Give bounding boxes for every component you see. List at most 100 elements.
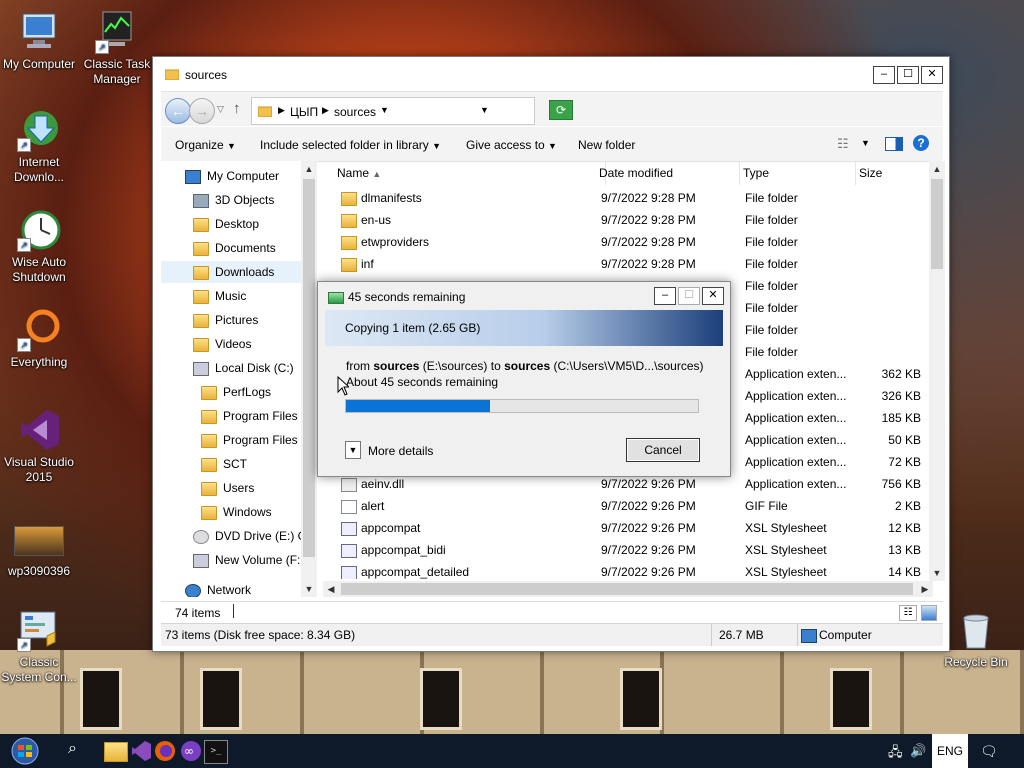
scroll-thumb[interactable] (303, 179, 315, 557)
file-row[interactable]: en-us 9/7/2022 9:28 PM File folder (323, 209, 931, 231)
scroll-thumb[interactable] (341, 583, 913, 595)
view-list-icon[interactable]: ☷ (837, 136, 849, 152)
desktop-icon-classic-system-control[interactable]: ↗ Classic System Con... (0, 608, 78, 685)
help-icon[interactable]: ? (913, 135, 929, 151)
nav-item-program-files-x86[interactable]: Program Files ( (201, 429, 305, 451)
file-row[interactable]: alert 9/7/2022 9:26 PM GIF File 2 KB (323, 495, 931, 517)
terminal-icon[interactable]: >_ (204, 740, 228, 764)
nav-item-local-disk-c[interactable]: Local Disk (C:) (193, 357, 294, 379)
give-access-button[interactable]: Give access to ▼ (466, 138, 557, 152)
back-button[interactable]: ← (165, 98, 191, 124)
file-row[interactable]: inf 9/7/2022 9:28 PM File folder (323, 253, 931, 275)
column-header-date[interactable]: Date modified (593, 161, 740, 185)
start-button[interactable] (4, 737, 46, 765)
infinity-app-icon[interactable]: ∞ (180, 740, 202, 762)
nav-item-new-volume[interactable]: New Volume (F: (193, 549, 300, 571)
breadcrumb-separator-icon[interactable]: ▶ (278, 105, 285, 116)
nav-item-windows[interactable]: Windows (201, 501, 272, 523)
file-row[interactable]: appcompat_detailed 9/7/2022 9:26 PM XSL St… (323, 561, 931, 579)
file-row[interactable]: appcompat_bidi 9/7/2022 9:26 PM XSL Styles… (323, 539, 931, 561)
desktop-icon-wise-shutdown[interactable]: ↗ Wise Auto Shutdown (0, 208, 78, 285)
dialog-close-button[interactable]: ✕ (702, 287, 724, 305)
nav-item-music[interactable]: Music (193, 285, 246, 307)
nav-item-videos[interactable]: Videos (193, 333, 251, 355)
include-in-library-button[interactable]: Include selected folder in library ▼ (260, 138, 441, 152)
minimize-button[interactable]: – (873, 66, 895, 84)
search-icon[interactable]: ⌕ (68, 740, 90, 762)
desktop-icon-task-manager[interactable]: ↗ Classic Task Manager (78, 10, 156, 87)
breadcrumb-separator-icon[interactable]: ▶ (322, 105, 329, 116)
organize-button[interactable]: Organize ▼ (175, 138, 236, 152)
source-name[interactable]: sources (373, 359, 419, 373)
breadcrumb-segment[interactable]: ЦЫП (290, 105, 318, 119)
file-explorer-taskbar-icon[interactable] (104, 742, 128, 762)
file-row[interactable]: dlmanifests 9/7/2022 9:28 PM File folder (323, 187, 931, 209)
file-list-horizontal-scrollbar[interactable]: ◀ ▶ (323, 581, 933, 597)
maximize-button[interactable]: ☐ (897, 66, 919, 84)
nav-item-users[interactable]: Users (201, 477, 254, 499)
column-header-name[interactable]: Name ▲ (323, 161, 606, 185)
destination-name[interactable]: sources (504, 359, 550, 373)
file-type: XSL Stylesheet (745, 565, 827, 579)
nav-item-pictures[interactable]: Pictures (193, 309, 258, 331)
breadcrumb-segment[interactable]: sources (334, 105, 376, 119)
nav-item-desktop[interactable]: Desktop (193, 213, 259, 235)
new-folder-button[interactable]: New folder (578, 138, 635, 152)
firefox-icon[interactable] (154, 740, 176, 762)
desktop-icon-visual-studio[interactable]: Visual Studio 2015 (0, 408, 78, 485)
dialog-minimize-button[interactable]: – (654, 287, 676, 305)
scroll-down-icon[interactable]: ▼ (929, 565, 945, 581)
column-header-size[interactable]: Size (853, 161, 929, 185)
file-row[interactable]: etwproviders 9/7/2022 9:28 PM File folder (323, 231, 931, 253)
details-view-icon[interactable]: ☷ (899, 605, 917, 621)
column-header-type[interactable]: Type (737, 161, 856, 185)
scroll-up-icon[interactable]: ▲ (301, 161, 317, 177)
title-bar[interactable]: sources – ☐ ✕ (153, 57, 949, 91)
downloads-folder-icon (193, 265, 209, 280)
desktop-icon-everything[interactable]: ↗ Everything (0, 308, 78, 370)
language-indicator[interactable]: ENG (932, 734, 968, 768)
nav-item-program-files[interactable]: Program Files (201, 405, 298, 427)
nav-item-dvd-drive[interactable]: DVD Drive (E:) GI (193, 525, 310, 547)
file-type: Application exten... (745, 389, 847, 403)
cancel-button[interactable]: Cancel (626, 438, 700, 462)
scroll-down-icon[interactable]: ▼ (301, 581, 317, 597)
desktop-icon-idm[interactable]: ↗ Internet Downlo... (0, 108, 78, 185)
nav-item-network[interactable]: Network (185, 579, 251, 597)
notifications-icon[interactable]: 🗨 (980, 743, 998, 760)
file-list-scrollbar[interactable]: ▲ ▼ (929, 161, 945, 581)
status-items: 73 items (Disk free space: 8.34 GB) (165, 628, 356, 642)
chevron-down-icon[interactable]: ▼ (345, 441, 361, 459)
volume-icon[interactable]: 🔊 (910, 743, 926, 759)
recent-pages-chevron-icon[interactable]: ▽ (217, 104, 224, 115)
address-box[interactable]: ▶ ЦЫП ▶ sources ▼ ▼ (251, 97, 535, 125)
nav-label: Desktop (215, 217, 260, 231)
nav-item-perflogs[interactable]: PerfLogs (201, 381, 271, 403)
nav-item-my-computer[interactable]: My Computer (185, 165, 279, 187)
nav-item-downloads[interactable]: Downloads (161, 261, 315, 283)
large-icons-view-icon[interactable] (921, 605, 937, 621)
desktop-icon-wp3090396[interactable]: wp3090396 (0, 520, 78, 579)
scroll-left-icon[interactable]: ◀ (323, 581, 339, 597)
time-remaining: About 45 seconds remaining (346, 375, 499, 389)
address-history-dropdown-icon[interactable]: ▼ (480, 105, 489, 115)
file-row[interactable]: appcompat 9/7/2022 9:26 PM XSL Stylesheet 1… (323, 517, 931, 539)
scroll-up-icon[interactable]: ▲ (929, 161, 945, 177)
preview-pane-icon[interactable] (885, 137, 903, 151)
forward-button[interactable]: → (189, 98, 215, 124)
scroll-thumb[interactable] (931, 179, 943, 269)
up-button[interactable]: ↑ (233, 100, 241, 117)
chevron-down-icon[interactable]: ▼ (380, 105, 389, 115)
nav-item-sct[interactable]: SCT (201, 453, 247, 475)
refresh-button[interactable]: ⟳ (549, 100, 573, 120)
nav-pane-scrollbar[interactable]: ▲ ▼ (301, 161, 317, 597)
chevron-down-icon[interactable]: ▼ (861, 138, 870, 148)
more-details-toggle[interactable]: More details (368, 444, 433, 458)
scroll-right-icon[interactable]: ▶ (917, 581, 933, 597)
nav-item-documents[interactable]: Documents (193, 237, 276, 259)
network-tray-icon[interactable]: 🖧 (888, 743, 903, 765)
desktop-icon-my-computer[interactable]: My Computer (0, 10, 78, 72)
nav-item-3d-objects[interactable]: 3D Objects (193, 189, 274, 211)
close-button[interactable]: ✕ (921, 66, 943, 84)
visual-studio-taskbar-icon[interactable] (130, 740, 152, 762)
